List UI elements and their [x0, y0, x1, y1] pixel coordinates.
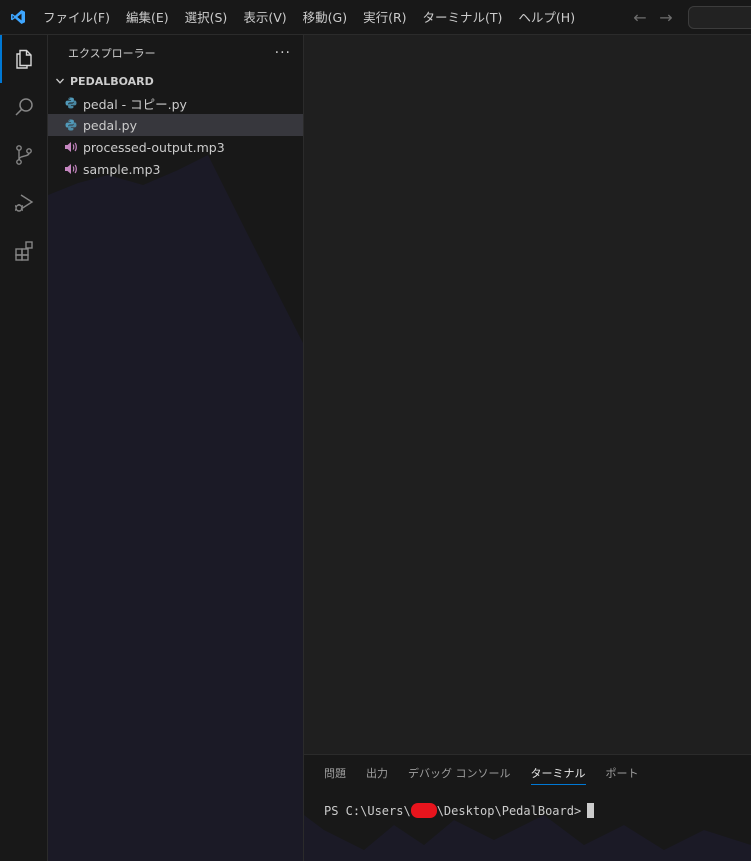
file-item[interactable]: processed-output.mp3	[48, 136, 303, 158]
terminal-prompt-suffix: \Desktop\PedalBoard>	[436, 803, 582, 818]
forward-arrow-icon[interactable]: →	[658, 8, 674, 27]
menu-run[interactable]: 実行(R)	[355, 0, 414, 35]
more-actions-icon[interactable]: ···	[275, 45, 291, 61]
terminal-prompt-prefix: PS C:\Users\	[324, 803, 411, 818]
bottom-panel: 問題 出力 デバッグ コンソール ターミナル ポート PS C:\Users\ …	[304, 754, 751, 861]
activity-extensions[interactable]	[0, 227, 48, 275]
source-control-icon	[16, 145, 32, 165]
tab-problems[interactable]: 問題	[314, 755, 356, 791]
tab-terminal[interactable]: ターミナル	[521, 755, 596, 791]
menu-terminal[interactable]: ターミナル(T)	[415, 0, 511, 35]
file-item[interactable]: sample.mp3	[48, 158, 303, 180]
extensions-icon	[15, 241, 33, 261]
menu-selection[interactable]: 選択(S)	[177, 0, 236, 35]
command-center-search[interactable]	[688, 6, 751, 29]
file-item[interactable]: pedal - コピー.py	[48, 92, 303, 114]
explorer-icon	[16, 49, 32, 69]
explorer-sidebar: エクスプローラー ··· PEDALBOARD pedal - コピー.py p…	[48, 35, 304, 861]
run-debug-icon	[15, 194, 34, 212]
terminal-output[interactable]: PS C:\Users\ \Desktop\PedalBoard>	[304, 791, 751, 818]
editor-area[interactable]	[304, 35, 751, 754]
navigation-arrows: ← →	[632, 0, 674, 35]
chevron-down-icon	[52, 73, 68, 89]
python-file-icon	[63, 95, 79, 111]
menu-bar: ファイル(F) 編集(E) 選択(S) 表示(V) 移動(G) 実行(R) ター…	[35, 0, 583, 35]
menu-view[interactable]: 表示(V)	[235, 0, 294, 35]
activity-search[interactable]	[0, 83, 48, 131]
file-name: pedal - コピー.py	[83, 96, 187, 112]
audio-file-icon	[63, 139, 79, 155]
tab-ports[interactable]: ポート	[596, 755, 649, 791]
file-tree: pedal - コピー.py pedal.py processed-output…	[48, 92, 303, 180]
folder-header[interactable]: PEDALBOARD	[48, 70, 303, 92]
activity-source-control[interactable]	[0, 131, 48, 179]
menu-help[interactable]: ヘルプ(H)	[510, 0, 583, 35]
title-bar: ファイル(F) 編集(E) 選択(S) 表示(V) 移動(G) 実行(R) ター…	[0, 0, 751, 35]
redaction-mark	[410, 803, 437, 818]
terminal-cursor	[587, 803, 595, 818]
python-file-icon	[63, 117, 79, 133]
activity-bar	[0, 35, 48, 861]
tab-output[interactable]: 出力	[356, 755, 398, 791]
file-name: pedal.py	[83, 117, 137, 133]
sidebar-header: エクスプローラー ···	[48, 35, 303, 70]
menu-file[interactable]: ファイル(F)	[35, 0, 118, 35]
activity-run-debug[interactable]	[0, 179, 48, 227]
back-arrow-icon[interactable]: ←	[632, 8, 648, 27]
file-item-selected[interactable]: pedal.py	[48, 114, 303, 136]
file-name: sample.mp3	[83, 161, 161, 177]
panel-tabs: 問題 出力 デバッグ コンソール ターミナル ポート	[304, 755, 751, 791]
search-icon	[15, 98, 33, 116]
menu-go[interactable]: 移動(G)	[295, 0, 355, 35]
vscode-logo-icon	[0, 0, 35, 35]
tab-debug-console[interactable]: デバッグ コンソール	[398, 755, 521, 791]
activity-explorer[interactable]	[0, 35, 48, 83]
audio-file-icon	[63, 161, 79, 177]
folder-name: PEDALBOARD	[70, 74, 154, 88]
sidebar-title: エクスプローラー	[68, 46, 156, 60]
file-name: processed-output.mp3	[83, 139, 225, 155]
menu-edit[interactable]: 編集(E)	[118, 0, 177, 35]
